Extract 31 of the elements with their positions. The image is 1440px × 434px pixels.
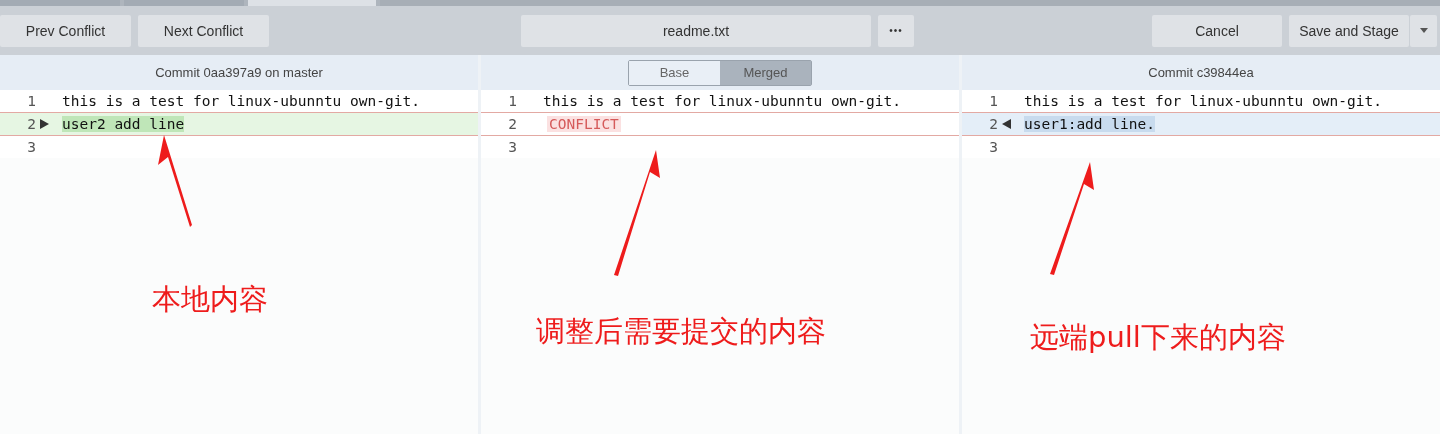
code-text: CONFLICT xyxy=(547,116,621,132)
file-name: readme.txt xyxy=(521,14,871,47)
line-number: 2 xyxy=(988,116,998,132)
conflict-nav-button[interactable]: Prev Conflict xyxy=(0,14,131,47)
dropdown-button[interactable] xyxy=(1410,14,1437,47)
left-triangle-icon[interactable] xyxy=(1002,119,1011,129)
view-option[interactable]: Merged xyxy=(720,60,811,85)
line-number: 3 xyxy=(507,139,517,155)
line-number: 1 xyxy=(507,93,517,109)
line-number: 2 xyxy=(26,116,36,132)
pane-title: Commit 0aa397a9 on master xyxy=(155,65,323,80)
line-number: 2 xyxy=(507,116,517,132)
cancel-button[interactable]: Cancel xyxy=(1152,14,1282,47)
right-triangle-icon[interactable] xyxy=(40,119,49,129)
line-number: 1 xyxy=(26,93,36,109)
conflict-nav-button[interactable]: Next Conflict xyxy=(138,14,269,47)
code-text: this is a test for linux-ubunntu own-git. xyxy=(62,93,420,109)
annotation-text: 本地内容 xyxy=(152,281,268,318)
save-and-stage-button[interactable]: Save and Stage xyxy=(1289,14,1409,47)
annotation-text: 远端pull下来的内容 xyxy=(1030,319,1286,356)
more-button[interactable]: ••• xyxy=(878,14,914,47)
code-text: user1:add line. xyxy=(1024,116,1155,132)
code-text: this is a test for linux-ubunntu own-git. xyxy=(543,93,901,109)
pane-title: Commit c39844ea xyxy=(1148,65,1254,80)
caret-icon xyxy=(1419,28,1428,33)
line-number: 3 xyxy=(988,139,998,155)
line-number: 3 xyxy=(26,139,36,155)
code-text: user2 add line xyxy=(62,116,185,132)
annotation-text: 调整后需要提交的内容 xyxy=(536,313,826,350)
code-text: this is a test for linux-ubunntu own-git. xyxy=(1024,93,1382,109)
line-number: 1 xyxy=(988,93,998,109)
